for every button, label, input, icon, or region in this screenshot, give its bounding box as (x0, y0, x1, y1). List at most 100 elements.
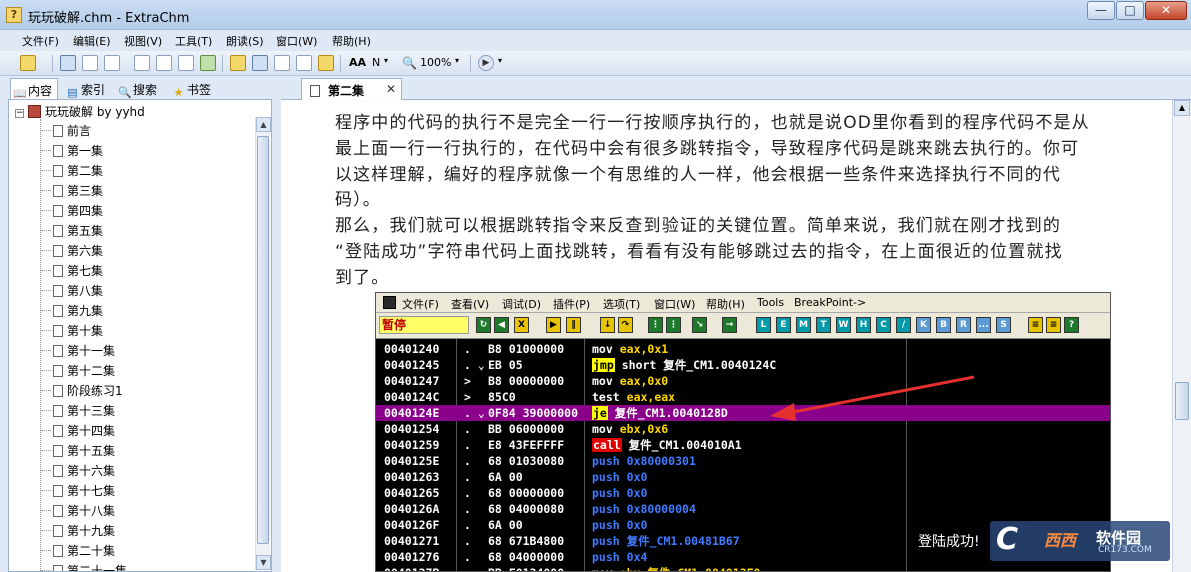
maximize-button[interactable]: □ (1116, 1, 1144, 20)
tree-item[interactable]: 第十三集 (41, 401, 115, 421)
tree-item[interactable]: 第六集 (41, 241, 103, 261)
collapse-icon[interactable]: − (15, 109, 24, 118)
panel-tabs: 📖内容 ▤ 索引 🔍搜索 ★ 书签 (0, 76, 275, 100)
tree-item[interactable]: 第二十一集 (41, 561, 127, 571)
zoom-dropdown-icon[interactable]: ▾ (455, 56, 459, 65)
page-icon (53, 385, 63, 397)
tree-item[interactable]: 第十六集 (41, 461, 115, 481)
close-tab-icon[interactable]: ✕ (386, 82, 396, 96)
tree-item-label: 第六集 (67, 244, 104, 258)
scroll-thumb[interactable] (1175, 382, 1189, 420)
tree-item[interactable]: 第十集 (41, 321, 103, 341)
page-icon (53, 345, 63, 357)
menu-edit[interactable]: 编辑(E) (73, 33, 111, 49)
tree-item-label: 第十五集 (67, 444, 116, 458)
tree-item[interactable]: 第五集 (41, 221, 103, 241)
refresh-icon[interactable] (200, 55, 216, 71)
tree-item[interactable]: 第三集 (41, 181, 103, 201)
od-menu-bar: 文件(F) 查看(V) 调试(D) 插件(P) 选项(T) 窗口(W) 帮助(H… (376, 293, 1110, 313)
tree-item-label: 第十三集 (67, 404, 116, 418)
highlight-icon[interactable] (318, 55, 334, 71)
tree-item[interactable]: 第十八集 (41, 501, 115, 521)
od-menu-item: 帮助(H) (706, 298, 745, 311)
tree-item-label: 前言 (67, 124, 92, 138)
tree-item-label: 第十九集 (67, 524, 116, 538)
page-icon[interactable] (104, 55, 120, 71)
content-scrollbar[interactable]: ▲ (1172, 100, 1191, 572)
menu-window[interactable]: 窗口(W) (276, 33, 317, 49)
copy-icon[interactable] (134, 55, 150, 71)
tree-item[interactable]: 第十七集 (41, 481, 115, 501)
menu-bar: 文件(F) 编辑(E) 视图(V) 工具(T) 朗读(S) 窗口(W) 帮助(H… (0, 30, 1191, 51)
tree-item-label: 第九集 (67, 304, 104, 318)
tree-item[interactable]: 第八集 (41, 281, 103, 301)
paragraph-line: 程序中的代码的执行不是完全一行一行按顺序执行的，也就是说OD里你看到的程序代码不… (335, 113, 1090, 133)
tree-connector (41, 410, 51, 411)
page-icon (53, 165, 63, 177)
chevron-down-icon[interactable]: ▾ (384, 56, 388, 65)
menu-tools[interactable]: 工具(T) (175, 33, 212, 49)
tree-item[interactable]: 前言 (41, 121, 91, 141)
menu-help[interactable]: 帮助(H) (332, 33, 371, 49)
od-menu-item: 查看(V) (451, 298, 490, 311)
tree-item[interactable]: 第九集 (41, 301, 103, 321)
od-doc-icon (383, 296, 396, 309)
menu-view[interactable]: 视图(V) (124, 33, 162, 49)
watermark-logo: C 西西 软件园 CR173.COM (990, 521, 1170, 561)
tree-connector (41, 430, 51, 431)
paste-icon[interactable] (156, 55, 172, 71)
toolbar: AA N ▾ 🔍 100% ▾ ▶ ▾ (0, 51, 1191, 76)
tree-connector (41, 490, 51, 491)
tree-item[interactable]: 第十九集 (41, 521, 115, 541)
close-button[interactable]: ✕ (1145, 1, 1187, 20)
page-icon (53, 405, 63, 417)
delete-icon[interactable] (178, 55, 194, 71)
tree-item[interactable]: 第二集 (41, 161, 103, 181)
back-icon[interactable] (60, 55, 76, 71)
tab-index[interactable]: ▤ 索引 (64, 78, 110, 99)
scroll-thumb[interactable] (257, 136, 269, 544)
tab-search[interactable]: 🔍搜索 (116, 78, 166, 99)
tree-scrollbar[interactable]: ▲ ▼ (255, 117, 271, 570)
open-folder-icon[interactable] (20, 55, 36, 71)
search-icon: 🔍 (118, 86, 132, 99)
print-icon[interactable] (82, 55, 98, 71)
menu-read[interactable]: 朗读(S) (226, 33, 264, 49)
od-window-button: K (916, 317, 931, 333)
tree-item-label: 第一集 (67, 144, 104, 158)
od-menu-item: Tools (757, 296, 785, 309)
window-icon[interactable] (252, 55, 268, 71)
tab-episode-2[interactable]: 第二集 ✕ (301, 78, 402, 100)
scroll-up-icon[interactable]: ▲ (1174, 100, 1190, 116)
tree-item[interactable]: 第十二集 (41, 361, 115, 381)
title-bar: ? 玩玩破解.chm - ExtraChm — □ ✕ (0, 0, 1191, 30)
tree-root[interactable]: − 玩玩破解 by yyhd (15, 103, 145, 121)
play-icon[interactable]: ▶ (478, 55, 494, 71)
tree-item[interactable]: 阶段练习1 (41, 381, 123, 401)
play-dropdown-icon[interactable]: ▾ (498, 56, 502, 65)
minimize-button[interactable]: — (1087, 1, 1115, 20)
tree-item[interactable]: 第七集 (41, 261, 103, 281)
menu-file[interactable]: 文件(F) (22, 33, 59, 49)
tree-item-label: 第四集 (67, 204, 104, 218)
scroll-up-icon[interactable]: ▲ (256, 117, 271, 132)
font-size-button[interactable]: AA (349, 56, 366, 69)
tree-connector (41, 390, 51, 391)
tab-contents[interactable]: 📖内容 (10, 78, 58, 100)
scroll-down-icon[interactable]: ▼ (256, 555, 271, 570)
font-style-button[interactable]: N (372, 56, 380, 69)
tree-item[interactable]: 第十四集 (41, 421, 115, 441)
page-icon (53, 225, 63, 237)
zoom-icon[interactable]: 🔍 (402, 56, 417, 70)
tab-bookmarks[interactable]: ★ 书签 (170, 78, 218, 99)
export-icon[interactable] (274, 55, 290, 71)
tree-connector (41, 150, 51, 151)
tree-item[interactable]: 第四集 (41, 201, 103, 221)
zoom-level[interactable]: 100% (420, 56, 451, 69)
tree-item[interactable]: 第二十集 (41, 541, 115, 561)
tree-item[interactable]: 第一集 (41, 141, 103, 161)
tree-item[interactable]: 第十五集 (41, 441, 115, 461)
tree-item[interactable]: 第十一集 (41, 341, 115, 361)
find-icon[interactable] (296, 55, 312, 71)
bookmark-icon[interactable] (230, 55, 246, 71)
